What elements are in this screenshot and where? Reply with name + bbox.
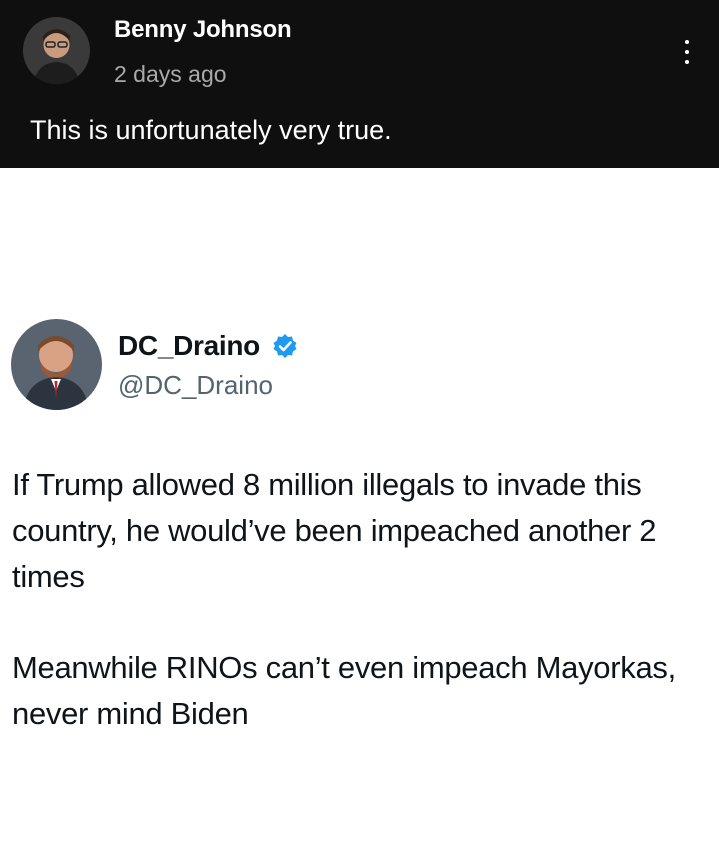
post-text: This is unfortunately very true. — [30, 115, 392, 145]
tweet-body: If Trump allowed 8 million illegals to i… — [12, 462, 702, 782]
more-vert-icon[interactable] — [672, 35, 702, 69]
author-avatar[interactable] — [23, 17, 90, 84]
tweet-author-avatar — [11, 319, 102, 410]
post-timestamp: 2 days ago — [114, 61, 227, 87]
tweet-paragraph: If Trump allowed 8 million illegals to i… — [12, 467, 657, 594]
tweet-paragraph: Meanwhile RINOs can’t even impeach Mayor… — [12, 650, 676, 731]
tweet-author-handle: @DC_Draino — [118, 370, 273, 400]
verified-badge-icon — [272, 333, 298, 359]
author-name[interactable]: Benny Johnson — [114, 16, 292, 44]
post-header: Benny Johnson 2 days ago This is unfortu… — [0, 0, 719, 168]
tweet-author-name: DC_Draino — [118, 330, 260, 361]
